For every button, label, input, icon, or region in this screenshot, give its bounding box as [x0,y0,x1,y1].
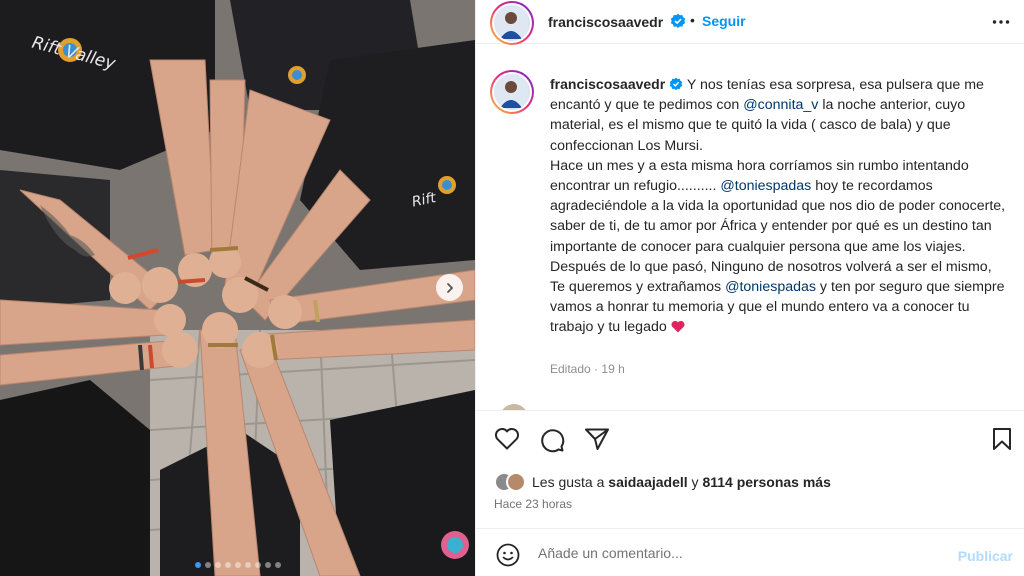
red-heart-icon [671,321,685,333]
header-username[interactable]: franciscosaavedr [548,14,663,30]
mention-link[interactable]: @toniespadas [725,279,816,295]
publish-button[interactable]: Publicar [958,548,1013,564]
caption-meta: Editado · 19 h [550,362,625,376]
avatar[interactable] [490,1,534,45]
comment-input[interactable] [538,541,938,565]
likes-prefix: Les gusta a [532,474,609,490]
mention-link[interactable]: @connita_v [743,97,818,113]
share-icon[interactable] [584,427,610,451]
emoji-icon[interactable] [496,543,520,567]
photo-image: Rift Valley Rift [0,0,475,576]
header-separator: • [690,12,695,28]
liker-username[interactable]: saidaajadell [608,474,687,490]
more-horizontal-icon[interactable] [991,12,1011,32]
verified-badge-icon [669,77,683,91]
carousel-next-button[interactable] [436,274,463,301]
carousel-dot [204,562,211,568]
liker-avatar[interactable] [506,472,526,492]
carousel-dot [264,562,271,568]
mention-link[interactable]: @toniespadas [720,178,811,194]
action-bar [476,410,1024,468]
likes-text: Les gusta a saidaajadell y 8114 personas… [532,474,831,490]
verified-badge-icon [670,13,686,28]
heart-outline-icon[interactable] [494,427,520,451]
likes-middle: y [687,474,703,490]
follow-button[interactable]: Seguir [702,13,746,29]
comment-bar: Publicar [476,528,1024,576]
edited-label: Editado [550,362,591,376]
likes-count[interactable]: 8114 personas más [702,474,830,490]
carousel-dot [214,562,221,568]
avatar-image [494,74,528,108]
carousel-dot [194,562,201,568]
meta-dot: · [594,362,599,376]
carousel-dot [254,562,261,568]
edited-time[interactable]: 19 h [601,362,624,376]
carousel-dot [244,562,251,568]
comment-icon[interactable] [539,427,565,453]
avatar-image [494,5,528,39]
bookmark-icon[interactable] [991,427,1013,451]
post-header: franciscosaavedr • Seguir [476,0,1024,45]
post-photo[interactable]: Rift Valley Rift [0,0,475,576]
carousel-dots [0,562,475,568]
carousel-dot [234,562,241,568]
comments-section: franciscosaavedr Y nos tenías esa sorpre… [476,44,1024,410]
carousel-dot [274,562,281,568]
post-timestamp[interactable]: Hace 23 horas [494,497,572,511]
likes-summary: Les gusta a saidaajadell y 8114 personas… [494,470,831,494]
post-details-panel: franciscosaavedr • Seguir franciscosaave… [475,0,1024,576]
carousel-dot [224,562,231,568]
caption-username[interactable]: franciscosaavedr [550,76,665,92]
caption-avatar[interactable] [490,70,534,114]
chevron-right-icon [446,282,453,293]
post-caption: franciscosaavedr Y nos tenías esa sorpre… [550,74,1010,338]
